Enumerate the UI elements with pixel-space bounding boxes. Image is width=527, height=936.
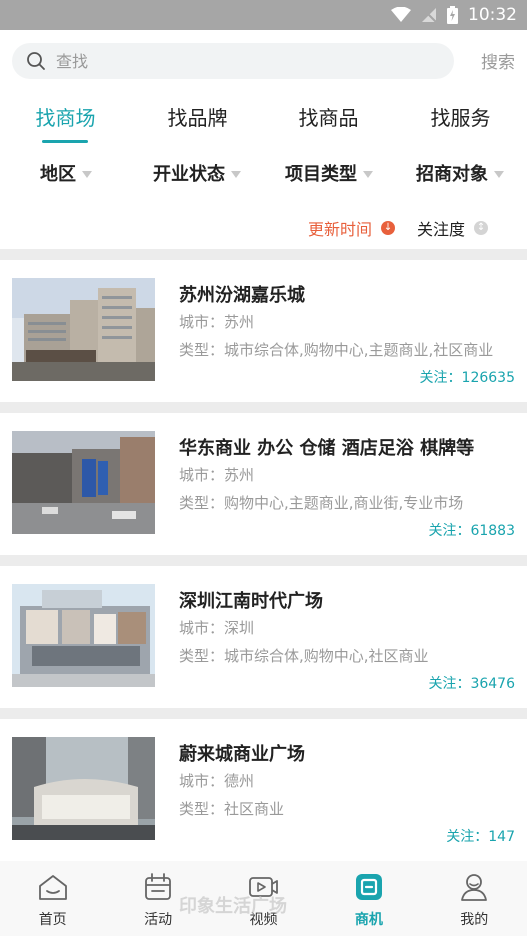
sort-update-time-label: 更新时间	[308, 220, 373, 239]
listing-follow-count: 关注：147	[446, 829, 515, 845]
chevron-down-icon	[494, 170, 504, 178]
nav-profile[interactable]: 我的	[422, 861, 527, 936]
chevron-down-icon	[363, 170, 373, 178]
listing-city: 城市：苏州	[179, 313, 255, 331]
sort-desc-icon: ↓	[381, 221, 396, 235]
listing-city: 城市：苏州	[179, 466, 255, 484]
tab-find-product[interactable]: 找商品	[263, 102, 394, 131]
filter-region-label: 地区	[40, 164, 76, 185]
chevron-down-icon	[82, 170, 92, 178]
listing-title: 蔚来城商业广场	[179, 744, 305, 765]
filter-tenant-target-label: 招商对象	[416, 164, 488, 185]
search-box[interactable]	[12, 43, 454, 79]
home-icon	[38, 875, 67, 900]
mall-photo	[12, 737, 155, 840]
list-item[interactable]: 华东商业 办公 仓储 酒店足浴 棋牌等 城市：苏州 类型：购物中心,主题商业,商…	[0, 413, 527, 555]
filter-opening-status[interactable]: 开业状态	[153, 160, 241, 186]
filter-region[interactable]: 地区	[40, 160, 92, 186]
status-time: 10:32	[468, 5, 517, 25]
nav-activity-label: 活动	[144, 912, 173, 928]
search-icon	[27, 52, 45, 70]
nav-home[interactable]: 首页	[0, 861, 105, 936]
status-bar: 10:32	[0, 0, 527, 30]
status-icons: 10:32	[391, 0, 517, 30]
listing-type: 类型：社区商业	[179, 800, 285, 818]
filter-tenant-target[interactable]: 招商对象	[416, 160, 504, 186]
filter-project-type[interactable]: 项目类型	[285, 160, 373, 186]
mall-photo	[12, 431, 155, 534]
listing-title: 深圳江南时代广场	[179, 591, 323, 612]
tab-find-brand[interactable]: 找品牌	[132, 102, 263, 131]
battery-icon	[447, 6, 458, 24]
sort-update-time[interactable]: 更新时间 ↓	[308, 216, 396, 240]
list-item[interactable]: 蔚来城商业广场 城市：德州 类型：社区商业 关注：147	[0, 719, 527, 861]
mall-list: 苏州汾湖嘉乐城 城市：苏州 类型：城市综合体,购物中心,主题商业,社区商业 关注…	[0, 249, 527, 861]
search-bar: 搜索	[0, 30, 527, 92]
nav-profile-label: 我的	[460, 912, 489, 928]
sort-attention-label: 关注度	[417, 220, 466, 239]
filter-project-type-label: 项目类型	[285, 164, 357, 185]
list-item[interactable]: 苏州汾湖嘉乐城 城市：苏州 类型：城市综合体,购物中心,主题商业,社区商业 关注…	[0, 260, 527, 402]
listing-type: 类型：城市综合体,购物中心,主题商业,社区商业	[179, 341, 494, 359]
tab-find-service[interactable]: 找服务	[395, 102, 526, 131]
mall-photo	[12, 278, 155, 381]
nav-opportunity[interactable]: 商机	[316, 861, 421, 936]
listing-type: 类型：城市综合体,购物中心,社区商业	[179, 647, 429, 665]
listing-follow-count: 关注：36476	[428, 676, 515, 692]
user-icon	[461, 874, 488, 901]
nav-opportunity-label: 商机	[354, 912, 383, 928]
list-item[interactable]: 深圳江南时代广场 城市：深圳 类型：城市综合体,购物中心,社区商业 关注：364…	[0, 566, 527, 708]
partial-listing-title: 印象生活广场	[179, 896, 287, 917]
search-button[interactable]: 搜索	[481, 48, 515, 73]
mall-photo	[12, 584, 155, 687]
filter-bar: 地区 开业状态 项目类型 招商对象	[0, 150, 527, 196]
tab-find-mall[interactable]: 找商场	[0, 102, 131, 131]
calendar-icon	[145, 873, 171, 900]
listing-follow-count: 关注：61883	[428, 523, 515, 539]
chevron-down-icon	[231, 170, 241, 178]
opportunity-icon	[355, 874, 382, 900]
category-tabs: 找商场 找品牌 找商品 找服务	[0, 92, 527, 148]
listing-type: 类型：购物中心,主题商业,商业街,专业市场	[179, 494, 464, 512]
filter-opening-status-label: 开业状态	[153, 164, 225, 185]
search-input[interactable]	[56, 43, 436, 79]
sort-attention[interactable]: 关注度 ↕	[417, 216, 489, 240]
listing-follow-count: 关注：126635	[419, 370, 515, 386]
listing-title: 华东商业 办公 仓储 酒店足浴 棋牌等	[179, 438, 475, 459]
listing-title: 苏州汾湖嘉乐城	[179, 285, 305, 306]
wifi-icon	[391, 7, 411, 22]
listing-city: 城市：德州	[179, 772, 255, 790]
nav-home-label: 首页	[38, 912, 67, 928]
no-signal-icon	[421, 7, 437, 23]
sort-bar: 更新时间 ↓ 关注度 ↕	[0, 206, 527, 246]
listing-city: 城市：深圳	[179, 619, 255, 637]
active-tab-indicator	[42, 140, 88, 143]
sort-neutral-icon: ↕	[474, 221, 489, 235]
